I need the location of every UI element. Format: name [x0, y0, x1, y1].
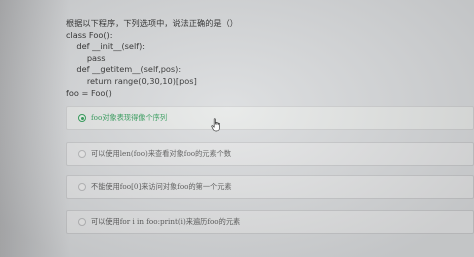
option-b[interactable]: 可以使用len(foo)来查看对象foo的元素个数 [66, 142, 474, 166]
radio-icon[interactable] [78, 150, 86, 158]
option-c-label: 不能使用foo[0]来访问对象foo的第一个元素 [91, 182, 232, 191]
edge-shadow [0, 0, 70, 257]
question-block: 根据以下程序，下列选项中，说法正确的是（） class Foo(): def _… [66, 18, 446, 99]
code-line: return range(0,30,10)[pos] [66, 75, 197, 86]
code-line: def __getitem__(self,pos): [66, 64, 182, 75]
radio-icon[interactable] [78, 218, 86, 226]
code-line: foo = Foo() [66, 87, 112, 98]
option-d-label: 可以使用for i in foo:print(i)来遍历foo的元素 [91, 217, 241, 226]
code-line: def __init__(self): [66, 41, 146, 52]
hand-pointer-icon [211, 118, 220, 132]
option-c[interactable]: 不能使用foo[0]来访问对象foo的第一个元素 [66, 175, 474, 199]
option-b-label: 可以使用len(foo)来查看对象foo的元素个数 [91, 149, 232, 158]
radio-selected-icon[interactable] [78, 114, 86, 122]
option-a-label: foo对象表现得像个序列 [91, 113, 168, 122]
question-title: 根据以下程序，下列选项中，说法正确的是（） [66, 18, 238, 28]
option-a[interactable]: foo对象表现得像个序列 [66, 106, 474, 130]
code-line: class Foo(): [66, 29, 113, 40]
radio-icon[interactable] [78, 183, 86, 191]
code-line: pass [66, 52, 106, 63]
option-d[interactable]: 可以使用for i in foo:print(i)来遍历foo的元素 [66, 210, 474, 234]
